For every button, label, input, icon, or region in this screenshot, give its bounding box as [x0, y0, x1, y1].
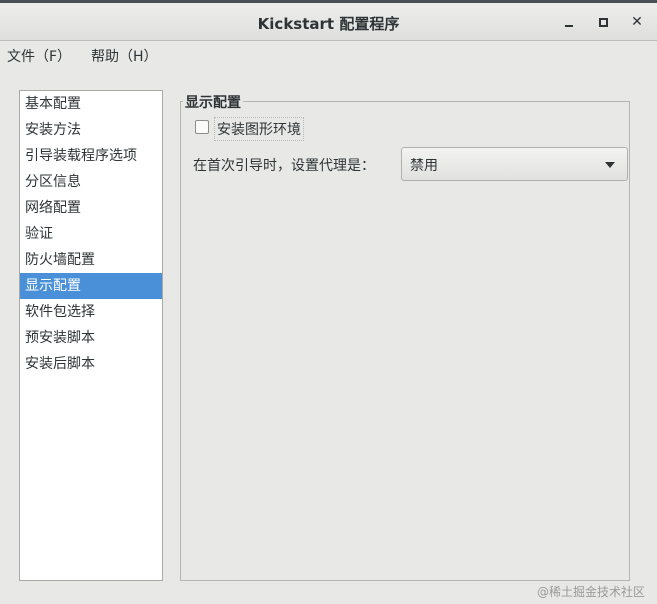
install-gui-checkbox[interactable] [195, 120, 209, 134]
first-boot-value: 禁用 [410, 158, 438, 174]
sidebar-item-install-method[interactable]: 安装方法 [20, 117, 162, 143]
menu-help[interactable]: 帮助（H） [91, 46, 158, 66]
sidebar-item-post-script[interactable]: 安装后脚本 [20, 351, 162, 377]
menu-bar: 文件（F） 帮助（H） [0, 41, 657, 69]
title-bar: Kickstart 配置程序 ✕ [0, 3, 657, 41]
close-button[interactable]: ✕ [626, 11, 648, 33]
close-icon: ✕ [631, 14, 643, 30]
maximize-icon [599, 18, 608, 27]
sidebar-item-firewall[interactable]: 防火墙配置 [20, 247, 162, 273]
sidebar-item-basic[interactable]: 基本配置 [20, 91, 162, 117]
minimize-icon [565, 25, 573, 27]
dropdown-arrow-icon [605, 162, 615, 168]
install-gui-label[interactable]: 安装图形环境 [214, 117, 304, 141]
sidebar-item-network[interactable]: 网络配置 [20, 195, 162, 221]
maximize-button[interactable] [592, 11, 614, 33]
first-boot-select[interactable]: 禁用 [401, 147, 628, 181]
sidebar-item-auth[interactable]: 验证 [20, 221, 162, 247]
minimize-button[interactable] [559, 11, 581, 33]
category-list: 基本配置 安装方法 引导装载程序选项 分区信息 网络配置 验证 防火墙配置 显示… [19, 90, 163, 581]
sidebar-item-partition[interactable]: 分区信息 [20, 169, 162, 195]
sidebar-item-bootloader[interactable]: 引导装载程序选项 [20, 143, 162, 169]
section-title: 显示配置 [183, 92, 243, 112]
watermark: @稀土掘金技术社区 [536, 585, 645, 599]
sidebar-item-packages[interactable]: 软件包选择 [20, 299, 162, 325]
first-boot-label: 在首次引导时，设置代理是： [193, 158, 375, 174]
sidebar-item-pre-script[interactable]: 预安装脚本 [20, 325, 162, 351]
menu-file[interactable]: 文件（F） [7, 46, 71, 66]
sidebar-item-display[interactable]: 显示配置 [20, 273, 162, 299]
